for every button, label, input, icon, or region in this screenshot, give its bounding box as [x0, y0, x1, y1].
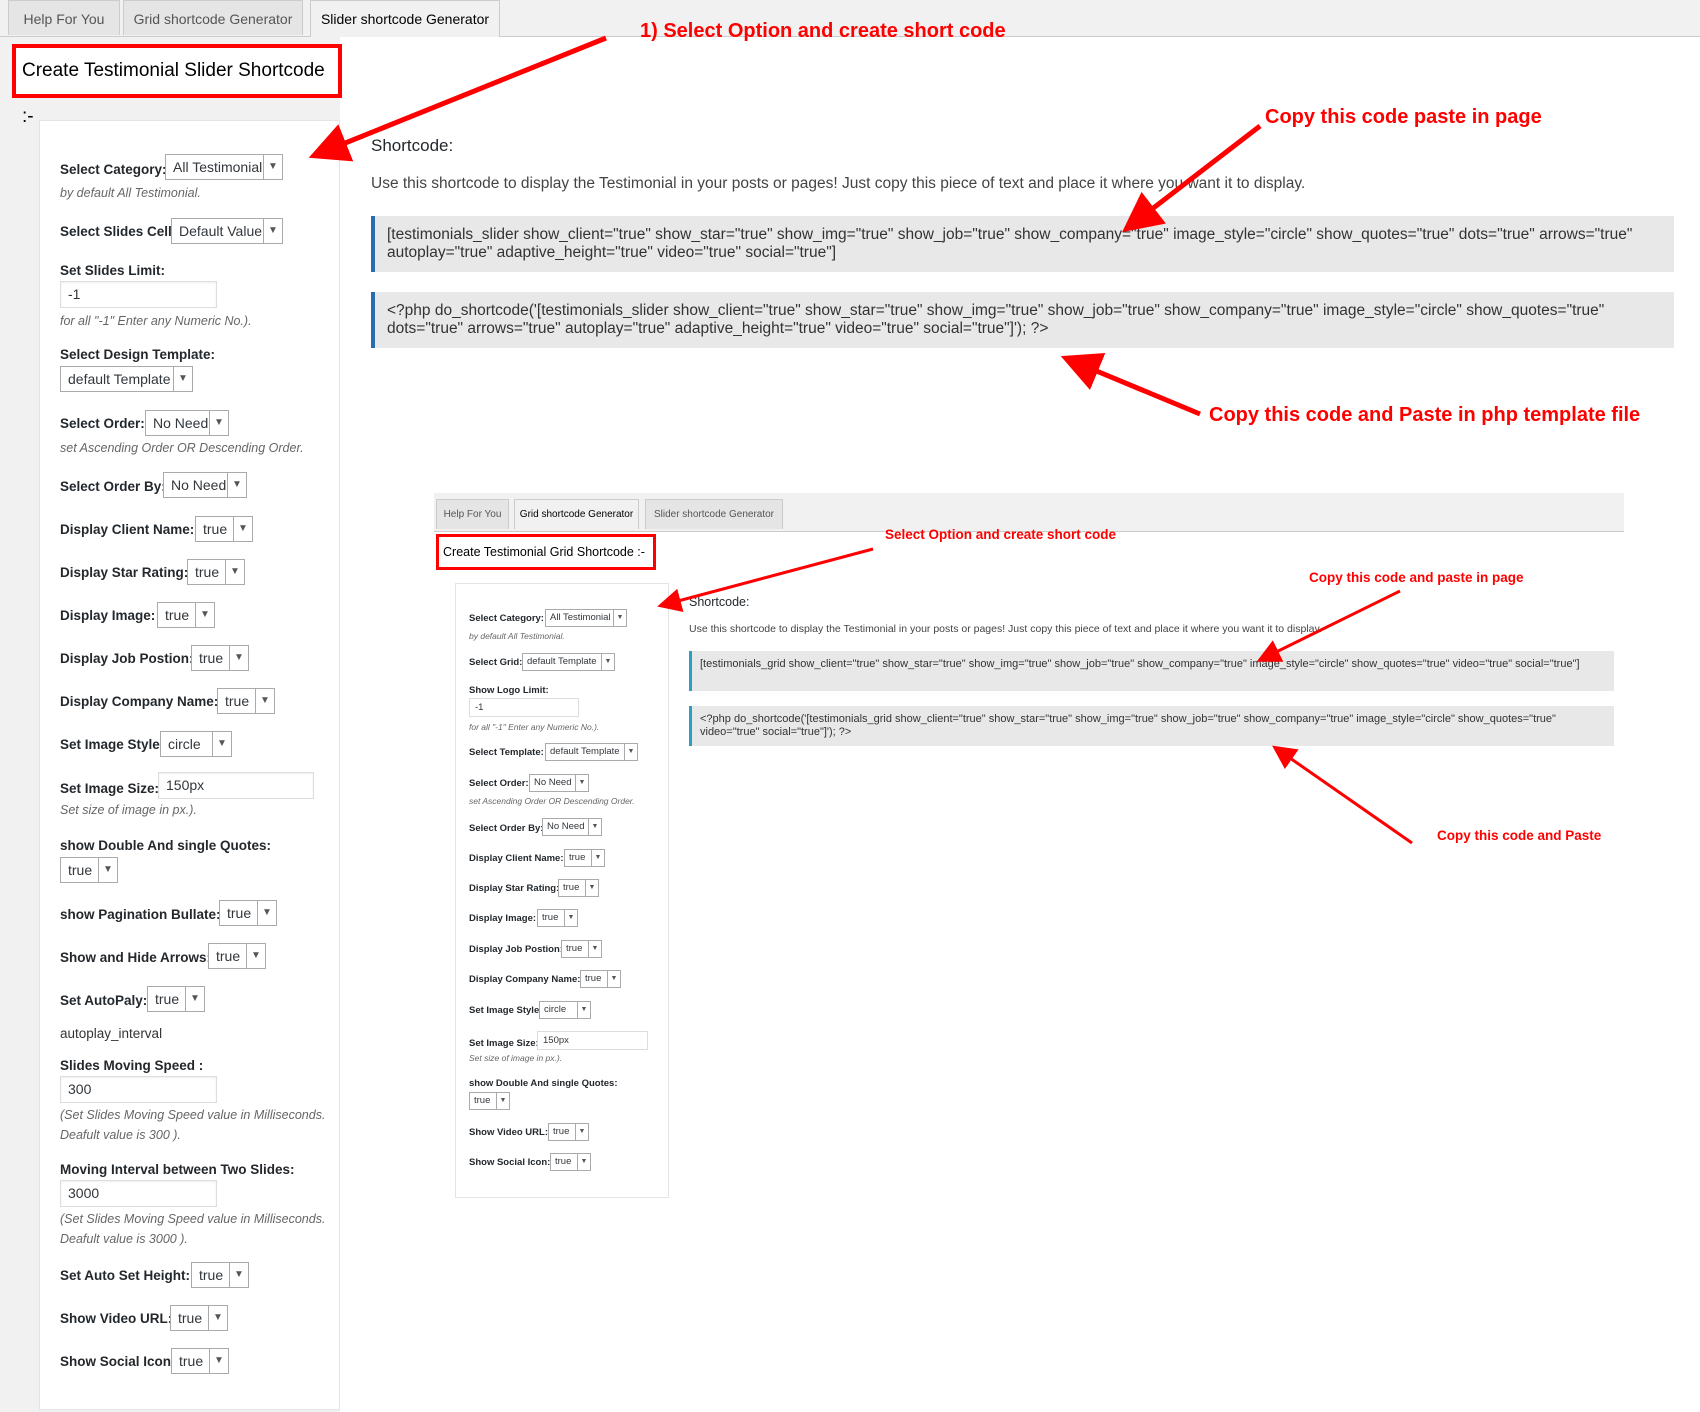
- inset-arrow-to-form: [657, 547, 874, 612]
- arrow-to-shortcode: [1122, 124, 1262, 233]
- inset-arrow-to-shortcode: [1256, 589, 1401, 662]
- inset-arrow-to-php: [1272, 745, 1413, 845]
- annotation-arrows: [308, 35, 1413, 845]
- arrow-to-php: [1060, 353, 1201, 417]
- arrow-to-form: [308, 35, 607, 162]
